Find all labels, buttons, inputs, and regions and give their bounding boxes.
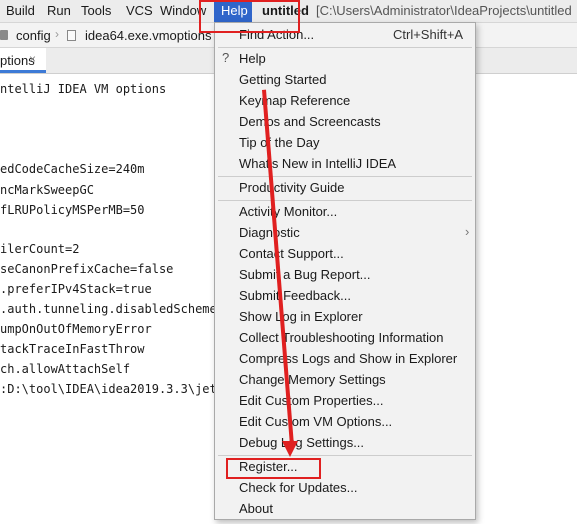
- keymap-label: Keymap Reference: [239, 93, 351, 108]
- close-icon[interactable]: ×: [29, 52, 36, 66]
- menu-item-keymap[interactable]: Keymap Reference: [215, 91, 475, 111]
- help-highlight-box: [199, 0, 300, 33]
- code-line: edCodeCacheSize=240m: [0, 162, 145, 176]
- show-log-label: Show Log in Explorer: [239, 309, 363, 324]
- tab-vmoptions[interactable]: ptions ×: [0, 48, 46, 73]
- menu-separator: [218, 176, 472, 177]
- find-action-shortcut: Ctrl+Shift+A: [393, 27, 464, 42]
- help-label: Help: [239, 51, 266, 66]
- check-updates-label: Check for Updates...: [239, 480, 358, 495]
- breadcrumb-file[interactable]: idea64.exe.vmoptions: [85, 28, 211, 43]
- code-line: seCanonPrefixCache=false: [0, 262, 174, 276]
- menu-item-submit-bug[interactable]: Submit a Bug Report...: [215, 265, 475, 285]
- menu-separator: [218, 47, 472, 48]
- submit-bug-label: Submit a Bug Report...: [239, 267, 371, 282]
- menu-item-help[interactable]: ? Help: [215, 49, 475, 69]
- annotation-arrow-head: [282, 441, 298, 457]
- menu-item-compress-logs[interactable]: Compress Logs and Show in Explorer: [215, 349, 475, 369]
- menu-item-getting-started[interactable]: Getting Started: [215, 70, 475, 90]
- getting-started-label: Getting Started: [239, 72, 327, 87]
- menu-tools[interactable]: Tools: [81, 3, 111, 18]
- code-line: umpOnOutOfMemoryError: [0, 322, 152, 336]
- code-line: ncMarkSweepGC: [0, 183, 94, 197]
- code-line: ilerCount=2: [0, 242, 80, 256]
- menu-item-demos[interactable]: Demos and Screencasts: [215, 112, 475, 132]
- contact-support-label: Contact Support...: [239, 246, 344, 261]
- question-icon: ?: [222, 50, 230, 65]
- help-menu: Find Action... Ctrl+Shift+A ? Help Getti…: [214, 22, 476, 520]
- menu-item-edit-vm-options[interactable]: Edit Custom VM Options...: [215, 412, 475, 432]
- menu-item-submit-feedback[interactable]: Submit Feedback...: [215, 286, 475, 306]
- menu-vcs[interactable]: VCS: [126, 3, 153, 18]
- code-line: .preferIPv4Stack=true: [0, 282, 152, 296]
- demos-label: Demos and Screencasts: [239, 114, 381, 129]
- collect-info-label: Collect Troubleshooting Information: [239, 330, 444, 345]
- compress-logs-label: Compress Logs and Show in Explorer: [239, 351, 458, 366]
- menu-item-tip[interactable]: Tip of the Day: [215, 133, 475, 153]
- activity-monitor-label: Activity Monitor...: [239, 204, 338, 219]
- edit-vm-options-label: Edit Custom VM Options...: [239, 414, 393, 429]
- code-line: fLRUPolicyMSPerMB=50: [0, 203, 145, 217]
- menu-item-productivity[interactable]: Productivity Guide: [215, 178, 475, 198]
- edit-properties-label: Edit Custom Properties...: [239, 393, 384, 408]
- menu-run[interactable]: Run: [47, 3, 71, 18]
- tip-label: Tip of the Day: [239, 135, 320, 150]
- submit-feedback-label: Submit Feedback...: [239, 288, 351, 303]
- menu-separator: [218, 200, 472, 201]
- menu-build[interactable]: Build: [6, 3, 35, 18]
- code-line: :D:\tool\IDEA\idea2019.3.3\jetb: [0, 382, 224, 396]
- code-line: ntelliJ IDEA VM options: [0, 82, 167, 96]
- menu-item-activity-monitor[interactable]: Activity Monitor...: [215, 202, 475, 222]
- productivity-label: Productivity Guide: [239, 180, 345, 195]
- register-highlight-box: [226, 458, 321, 479]
- menu-item-debug-log[interactable]: Debug Log Settings...: [215, 433, 475, 453]
- menu-item-diagnostic[interactable]: Diagnostic ›: [215, 223, 475, 243]
- diagnostic-label: Diagnostic: [239, 225, 300, 240]
- breadcrumb-folder[interactable]: config: [16, 28, 51, 43]
- about-label: About: [239, 501, 273, 516]
- change-memory-label: Change Memory Settings: [239, 372, 386, 387]
- menu-item-contact-support[interactable]: Contact Support...: [215, 244, 475, 264]
- menu-item-show-log[interactable]: Show Log in Explorer: [215, 307, 475, 327]
- menu-item-change-memory[interactable]: Change Memory Settings: [215, 370, 475, 390]
- menu-item-check-updates[interactable]: Check for Updates...: [215, 478, 475, 498]
- code-line: ch.allowAttachSelf: [0, 362, 131, 376]
- project-path: [C:\Users\Administrator\IdeaProjects\unt…: [316, 3, 572, 18]
- chevron-right-icon: ›: [55, 27, 59, 41]
- menu-item-about[interactable]: About: [215, 499, 475, 519]
- chevron-right-icon: ›: [465, 224, 470, 239]
- menu-separator: [218, 455, 472, 456]
- menu-item-collect-info[interactable]: Collect Troubleshooting Information: [215, 328, 475, 348]
- debug-log-label: Debug Log Settings...: [239, 435, 365, 450]
- code-line: tackTraceInFastThrow: [0, 342, 145, 356]
- code-line: .auth.tunneling.disabledSchemes: [0, 302, 224, 316]
- file-icon: [67, 30, 76, 41]
- menu-item-edit-properties[interactable]: Edit Custom Properties...: [215, 391, 475, 411]
- whats-new-label: What's New in IntelliJ IDEA: [239, 156, 397, 171]
- folder-icon: [0, 30, 8, 40]
- menu-item-whats-new[interactable]: What's New in IntelliJ IDEA: [215, 154, 475, 174]
